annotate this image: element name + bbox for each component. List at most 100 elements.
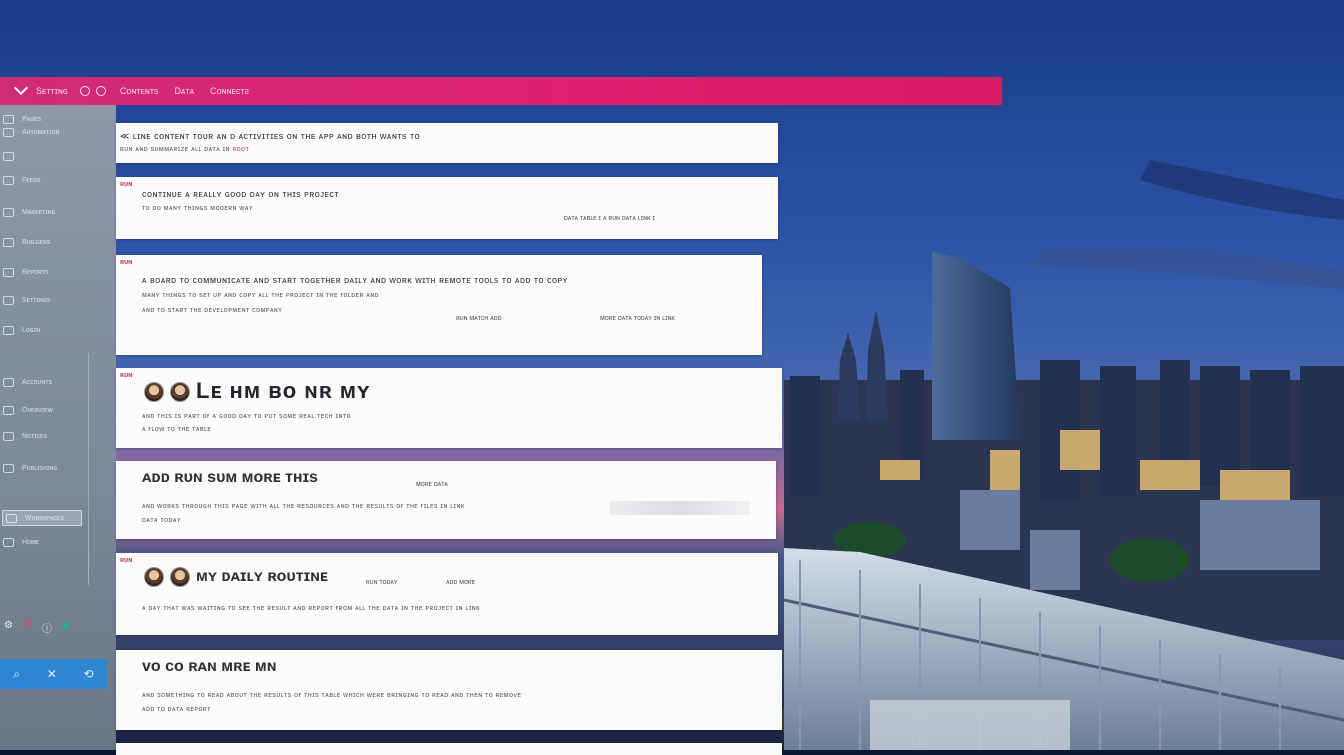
sidebar-item-marketing[interactable]: Mᴀʀᴋᴇᴛɪɴɢ <box>0 205 112 219</box>
search-icon[interactable]: ⌕ <box>13 667 20 682</box>
card-body: ʀᴜɴ ᴀɴᴅ sᴜᴍᴍᴀʀɪᴢᴇ ᴀʟʟ ᴅᴀᴛᴀ ɪɴ ʀᴏᴏᴛ <box>120 146 249 153</box>
sidebar-status-icons: ⚙ ⚑ ⓘ ◆ <box>4 620 70 635</box>
feed-card-7[interactable]: ᴠᴏ ᴄᴏ ʀᴀɴ ᴍʀᴇ ᴍɴ ᴀɴᴅ sᴏᴍᴇᴛʜɪɴɢ ᴛᴏ ʀᴇᴀᴅ ᴀ… <box>116 650 782 730</box>
card-title: ≪ ʟɪɴᴇ ᴄᴏɴᴛᴇɴᴛ ᴛᴏᴜʀ ᴀɴ ᴅ ᴀᴄᴛɪᴠɪᴛɪᴇs ᴏɴ ᴛ… <box>120 131 421 141</box>
chevron-down-icon[interactable] <box>13 80 29 96</box>
sidebar-divider <box>88 353 89 585</box>
card-meta: ʀᴜɴ ᴛᴏᴅᴀʏ <box>366 579 398 586</box>
card-body: ᴍᴀɴʏ ᴛʜɪɴɢs ᴛᴏ sᴇᴛ ᴜᴘ ᴀɴᴅ ᴄᴏᴘʏ ᴀʟʟ ᴛʜᴇ ᴘ… <box>142 292 379 299</box>
card-title: ᴀ ʙᴏᴀʀᴅ ᴛᴏ ᴄᴏᴍᴍᴜɴɪᴄᴀᴛᴇ ᴀɴᴅ sᴛᴀʀᴛ ᴛᴏɢᴇᴛʜᴇ… <box>142 275 568 285</box>
card-body-text: ʀᴜɴ ᴀɴᴅ sᴜᴍᴍᴀʀɪᴢᴇ ᴀʟʟ ᴅᴀᴛᴀ ɪɴ <box>120 146 231 153</box>
card-body: ᴀɴᴅ ᴛʜɪs ɪs ᴘᴀʀᴛ ᴏғ ᴀ ɢᴏᴏᴅ ᴅᴀʏ ᴛᴏ ᴘᴜᴛ sᴏ… <box>142 413 351 420</box>
avatar <box>144 382 164 403</box>
card-headline: ᴀᴅᴅ ʀᴜɴ sᴜᴍ ᴍᴏʀᴇ ᴛʜɪs <box>142 469 318 486</box>
card-meta: ᴍᴏʀᴇ ᴅᴀᴛᴀ <box>416 481 448 488</box>
card-body: ᴛᴏ ᴅᴏ ᴍᴀɴʏ ᴛʜɪɴɢs ᴍᴏᴅᴇʀɴ ᴡᴀʏ <box>142 205 254 212</box>
publish-icon <box>3 463 14 473</box>
card-body-2: ᴅᴀᴛᴀ ᴛᴏᴅᴀʏ <box>142 517 182 524</box>
alert-icon[interactable]: ⚑ <box>23 620 32 635</box>
circle-icon[interactable] <box>79 86 90 96</box>
sidebar-item-label: Fᴇᴇᴅs <box>22 176 41 184</box>
feed-card-1[interactable]: ≪ ʟɪɴᴇ ᴄᴏɴᴛᴇɴᴛ ᴛᴏᴜʀ ᴀɴ ᴅ ᴀᴄᴛɪᴠɪᴛɪᴇs ᴏɴ ᴛ… <box>116 123 778 163</box>
builder-icon <box>3 237 14 247</box>
avatar <box>170 382 190 403</box>
avatar <box>170 567 190 587</box>
sidebar-item-label: Pᴜʙʟɪsʜɪɴɢ <box>22 464 58 472</box>
card-highlight: ʀᴏᴏᴛ <box>232 146 250 153</box>
card-body-2: ᴀ ғʟᴏᴡ ᴛᴏ ᴛʜᴇ ᴛᴀʙʟᴇ <box>142 426 212 433</box>
automation-icon <box>3 127 14 137</box>
refresh-icon[interactable]: ⟲ <box>84 667 94 681</box>
workspace-icon <box>6 513 17 523</box>
sidebar-item-label: Rᴇᴘᴏʀᴛs <box>22 268 49 276</box>
feed-card-4[interactable]: ʀᴜɴ Lᴇ ʜᴍ ʙᴏ ɴʀ ᴍʏ ᴀɴᴅ ᴛʜɪs ɪs ᴘᴀʀᴛ ᴏғ ᴀ… <box>116 368 782 448</box>
card-meta: ʀᴜɴ ᴍᴀᴛᴄʜ ᴀᴅᴅ <box>456 315 502 322</box>
megaphone-icon <box>3 207 14 217</box>
sidebar-item-label: Pᴀɢᴇs <box>22 115 41 123</box>
menu-contents[interactable]: Cᴏɴᴛᴇɴᴛs <box>120 86 159 96</box>
sidebar-item-blank[interactable] <box>0 149 112 163</box>
sidebar-item-label: Oᴠᴇʀᴠɪᴇᴡ <box>22 406 53 414</box>
overview-icon <box>3 405 14 415</box>
info-icon[interactable]: ⓘ <box>42 620 52 635</box>
login-icon <box>3 325 14 335</box>
sidebar-item-label: Sᴇᴛᴛɪɴɢs <box>22 296 51 304</box>
gear-icon <box>3 295 14 305</box>
sidebar-item-label: Hᴏᴍᴇ <box>22 538 40 546</box>
feed-card-6[interactable]: ʀᴜɴ ᴍʏ ᴅᴀɪʟʏ ʀᴏᴜᴛɪɴᴇ ʀᴜɴ ᴛᴏᴅᴀʏ ᴀᴅᴅ ᴍᴏʀᴇ … <box>116 553 778 635</box>
home-icon <box>3 537 14 547</box>
feed-card-8[interactable] <box>116 743 782 755</box>
card-meta-2: ᴀᴅᴅ ᴍᴏʀᴇ <box>446 579 476 586</box>
card-body-2: ᴀɴᴅ ᴛᴏ sᴛᴀʀᴛ ᴛʜᴇ ᴅᴇᴠᴇʟᴏᴘᴍᴇɴᴛ ᴄᴏᴍᴘᴀɴʏ <box>142 307 283 314</box>
card-tag: ʀᴜɴ <box>120 181 133 188</box>
sidebar-item-home[interactable]: Hᴏᴍᴇ <box>0 535 112 549</box>
card-meta-2: ᴍᴏʀᴇ ᴅᴀᴛᴀ ᴛᴏᴅᴀʏ ɪɴ ʟɪɴᴋ <box>600 315 675 322</box>
sidebar-item-label: Bᴜɪʟᴅᴇʀs <box>22 238 51 246</box>
menu-connects[interactable]: Cᴏɴɴᴇᴄᴛƨ <box>210 86 249 96</box>
card-headline-text: Lᴇ ʜᴍ ʙᴏ ɴʀ ᴍʏ <box>196 378 371 403</box>
feed-card-5[interactable]: ᴀᴅᴅ ʀᴜɴ sᴜᴍ ᴍᴏʀᴇ ᴛʜɪs ᴍᴏʀᴇ ᴅᴀᴛᴀ ᴀɴᴅ ᴡᴏʀᴋ… <box>116 461 776 539</box>
settings-icon[interactable]: ⚙ <box>4 620 13 635</box>
sidebar-item-settings[interactable]: Sᴇᴛᴛɪɴɢs <box>0 293 112 307</box>
feed-icon <box>3 175 14 185</box>
sidebar-bottom-toolbar: ⌕ ✕ ⟲ <box>0 659 107 689</box>
menu-data[interactable]: Dᴀᴛᴀ <box>174 86 194 96</box>
sidebar-item-pages[interactable]: Pᴀɢᴇs <box>0 112 112 126</box>
sidebar-item-login[interactable]: Lᴏɢɪɴ <box>0 323 112 337</box>
menu-setting[interactable]: Sᴇᴛᴛɪɴɢ <box>36 86 68 96</box>
feed-card-3[interactable]: ʀᴜɴ ᴀ ʙᴏᴀʀᴅ ᴛᴏ ᴄᴏᴍᴍᴜɴɪᴄᴀᴛᴇ ᴀɴᴅ sᴛᴀʀᴛ ᴛᴏɢ… <box>116 255 762 355</box>
sidebar-item-reports[interactable]: Rᴇᴘᴏʀᴛs <box>0 265 112 279</box>
close-icon[interactable]: ✕ <box>47 667 57 681</box>
refresh-icon[interactable] <box>95 86 106 96</box>
page-icon <box>3 114 14 124</box>
card-meta: ᴅᴀᴛᴀ ᴛᴀʙʟᴇ ɪ ᴀ ʀᴜɴ ᴅᴀᴛᴀ ʟɪɴᴋ ɪ <box>564 215 655 222</box>
sidebar-item-label: Aᴜᴛᴏᴍᴀᴛɪᴏɴ <box>22 128 60 136</box>
card-tag: ʀᴜɴ <box>120 557 133 564</box>
card-title: ᴄᴏɴᴛɪɴᴜᴇ ᴀ ʀᴇᴀʟʟʏ ɢᴏᴏᴅ ᴅᴀʏ ᴏɴ ᴛʜɪs ᴘʀᴏᴊᴇ… <box>142 189 340 199</box>
leaf-icon[interactable]: ◆ <box>62 620 70 635</box>
sidebar-item-label: Aᴄᴄᴏᴜɴᴛs <box>22 378 52 386</box>
sidebar-item-builders[interactable]: Bᴜɪʟᴅᴇʀs <box>0 235 112 249</box>
card-body-2: ᴀᴅᴅ ᴛᴏ ᴅᴀᴛᴀ ʀᴇᴘᴏʀᴛ <box>142 706 211 713</box>
card-body: ᴀɴᴅ sᴏᴍᴇᴛʜɪɴɢ ᴛᴏ ʀᴇᴀᴅ ᴀʙᴏᴜᴛ ᴛʜᴇ ʀᴇsᴜʟᴛs … <box>142 692 522 699</box>
sidebar-item-overview[interactable]: Oᴠᴇʀᴠɪᴇᴡ <box>0 403 112 417</box>
blurred-preview <box>610 501 750 515</box>
sidebar-item-publishing[interactable]: Pᴜʙʟɪsʜɪɴɢ <box>0 461 112 475</box>
sidebar-item-notices[interactable]: Nᴏᴛɪᴄᴇs <box>0 429 112 443</box>
folder-icon <box>3 151 14 161</box>
sidebar-item-label: Nᴏᴛɪᴄᴇs <box>22 432 48 440</box>
sidebar-item-accounts[interactable]: Aᴄᴄᴏᴜɴᴛs <box>0 375 112 389</box>
card-headline: ᴠᴏ ᴄᴏ ʀᴀɴ ᴍʀᴇ ᴍɴ <box>142 658 277 675</box>
sidebar-item-feeds[interactable]: Fᴇᴇᴅs <box>0 173 112 187</box>
card-body: ᴀ ᴅᴀʏ ᴛʜᴀᴛ ᴡᴀs ᴡᴀɪᴛɪɴɢ ᴛᴏ sᴇᴇ ᴛʜᴇ ʀᴇsᴜʟᴛ… <box>142 605 481 612</box>
card-tag: ʀᴜɴ <box>120 372 133 379</box>
sidebar-item-label: Lᴏɢɪɴ <box>22 326 41 334</box>
left-sidebar: Pᴀɢᴇs Aᴜᴛᴏᴍᴀᴛɪᴏɴ Fᴇᴇᴅs Mᴀʀᴋᴇᴛɪɴɢ Bᴜɪʟᴅᴇʀ… <box>0 105 116 750</box>
sidebar-item-workspaces[interactable]: Wᴏʀᴋsᴘᴀᴄᴇs <box>2 510 82 526</box>
card-tag: ʀᴜɴ <box>120 259 133 266</box>
content-feed: ≪ ʟɪɴᴇ ᴄᴏɴᴛᴇɴᴛ ᴛᴏᴜʀ ᴀɴ ᴅ ᴀᴄᴛɪᴠɪᴛɪᴇs ᴏɴ ᴛ… <box>116 105 784 755</box>
user-icon <box>3 377 14 387</box>
sidebar-item-automation[interactable]: Aᴜᴛᴏᴍᴀᴛɪᴏɴ <box>0 125 112 139</box>
bell-icon <box>3 431 14 441</box>
feed-card-2[interactable]: ʀᴜɴ ᴄᴏɴᴛɪɴᴜᴇ ᴀ ʀᴇᴀʟʟʏ ɢᴏᴏᴅ ᴅᴀʏ ᴏɴ ᴛʜɪs ᴘ… <box>116 177 778 239</box>
